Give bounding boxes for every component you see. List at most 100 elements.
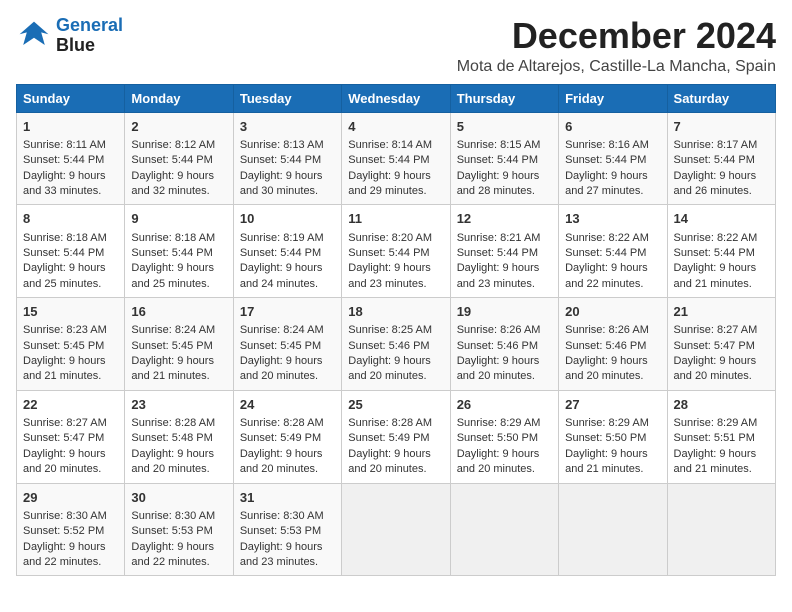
sunrise-label: Sunrise: 8:29 AM (457, 417, 541, 429)
daylight-label: Daylight: 9 hours and 21 minutes. (23, 355, 106, 382)
day-number: 27 (565, 396, 660, 414)
day-cell: 24Sunrise: 8:28 AMSunset: 5:49 PMDayligh… (233, 390, 341, 483)
sunset-label: Sunset: 5:44 PM (23, 247, 104, 259)
sunset-label: Sunset: 5:53 PM (131, 525, 212, 537)
calendar-table: SundayMondayTuesdayWednesdayThursdayFrid… (16, 84, 776, 577)
daylight-label: Daylight: 9 hours and 20 minutes. (457, 448, 540, 475)
header-saturday: Saturday (667, 84, 775, 112)
daylight-label: Daylight: 9 hours and 21 minutes. (674, 448, 757, 475)
sunset-label: Sunset: 5:49 PM (240, 432, 321, 444)
sunrise-label: Sunrise: 8:16 AM (565, 139, 649, 151)
day-cell: 8Sunrise: 8:18 AMSunset: 5:44 PMDaylight… (17, 205, 125, 298)
daylight-label: Daylight: 9 hours and 33 minutes. (23, 170, 106, 197)
daylight-label: Daylight: 9 hours and 23 minutes. (348, 262, 431, 289)
logo: General Blue (16, 16, 123, 56)
day-cell (559, 483, 667, 576)
day-number: 16 (131, 303, 226, 321)
daylight-label: Daylight: 9 hours and 21 minutes. (131, 355, 214, 382)
day-number: 19 (457, 303, 552, 321)
sunset-label: Sunset: 5:44 PM (131, 154, 212, 166)
daylight-label: Daylight: 9 hours and 20 minutes. (674, 355, 757, 382)
daylight-label: Daylight: 9 hours and 29 minutes. (348, 170, 431, 197)
day-number: 5 (457, 118, 552, 136)
logo-line2: Blue (56, 36, 123, 56)
sunrise-label: Sunrise: 8:30 AM (240, 510, 324, 522)
day-cell: 30Sunrise: 8:30 AMSunset: 5:53 PMDayligh… (125, 483, 233, 576)
sunrise-label: Sunrise: 8:19 AM (240, 232, 324, 244)
sunset-label: Sunset: 5:46 PM (348, 340, 429, 352)
day-number: 3 (240, 118, 335, 136)
day-cell: 17Sunrise: 8:24 AMSunset: 5:45 PMDayligh… (233, 298, 341, 391)
day-number: 13 (565, 210, 660, 228)
sunset-label: Sunset: 5:45 PM (240, 340, 321, 352)
day-number: 8 (23, 210, 118, 228)
logo-text: General Blue (56, 16, 123, 56)
daylight-label: Daylight: 9 hours and 30 minutes. (240, 170, 323, 197)
daylight-label: Daylight: 9 hours and 23 minutes. (240, 541, 323, 568)
title-area: December 2024 Mota de Altarejos, Castill… (457, 16, 776, 76)
day-cell: 23Sunrise: 8:28 AMSunset: 5:48 PMDayligh… (125, 390, 233, 483)
sunset-label: Sunset: 5:53 PM (240, 525, 321, 537)
day-cell: 25Sunrise: 8:28 AMSunset: 5:49 PMDayligh… (342, 390, 450, 483)
sunrise-label: Sunrise: 8:29 AM (565, 417, 649, 429)
daylight-label: Daylight: 9 hours and 20 minutes. (131, 448, 214, 475)
sunset-label: Sunset: 5:50 PM (457, 432, 538, 444)
sunset-label: Sunset: 5:47 PM (23, 432, 104, 444)
day-number: 28 (674, 396, 769, 414)
daylight-label: Daylight: 9 hours and 22 minutes. (23, 541, 106, 568)
day-cell: 1Sunrise: 8:11 AMSunset: 5:44 PMDaylight… (17, 112, 125, 205)
sunrise-label: Sunrise: 8:14 AM (348, 139, 432, 151)
sunrise-label: Sunrise: 8:28 AM (240, 417, 324, 429)
sunrise-label: Sunrise: 8:22 AM (674, 232, 758, 244)
day-number: 4 (348, 118, 443, 136)
sunrise-label: Sunrise: 8:18 AM (23, 232, 107, 244)
day-number: 26 (457, 396, 552, 414)
day-cell: 15 Sunrise: 8:23 AM Sunset: 5:45 PM Dayligh… (17, 298, 125, 391)
header-sunday: Sunday (17, 84, 125, 112)
sunrise-label: Sunrise: 8:27 AM (23, 417, 107, 429)
daylight-label: Daylight: 9 hours and 32 minutes. (131, 170, 214, 197)
day-cell: 26 Sunrise: 8:29 AM Sunset: 5:50 PM Dayligh… (450, 390, 558, 483)
week-row-1: 1Sunrise: 8:11 AMSunset: 5:44 PMDaylight… (17, 112, 776, 205)
header-thursday: Thursday (450, 84, 558, 112)
sunrise-label: Sunrise: 8:25 AM (348, 324, 432, 336)
day-cell: 27Sunrise: 8:29 AMSunset: 5:50 PMDayligh… (559, 390, 667, 483)
daylight-label: Daylight: 9 hours and 20 minutes. (565, 355, 648, 382)
sunset-label: Sunset: 5:44 PM (131, 247, 212, 259)
sunrise-label: Sunrise: 8:26 AM (457, 324, 541, 336)
day-cell: 9 Sunrise: 8:18 AM Sunset: 5:44 PM Daylight… (125, 205, 233, 298)
logo-bird-icon (16, 18, 52, 54)
sunset-label: Sunset: 5:51 PM (674, 432, 755, 444)
sunrise-label: Sunrise: 8:28 AM (348, 417, 432, 429)
day-cell: 6Sunrise: 8:16 AMSunset: 5:44 PMDaylight… (559, 112, 667, 205)
day-cell: 22Sunrise: 8:27 AMSunset: 5:47 PMDayligh… (17, 390, 125, 483)
day-cell: 21Sunrise: 8:27 AMSunset: 5:47 PMDayligh… (667, 298, 775, 391)
daylight-label: Daylight: 9 hours and 20 minutes. (348, 448, 431, 475)
day-number: 9 (131, 210, 226, 228)
logo-line1: General (56, 15, 123, 35)
day-number: 25 (348, 396, 443, 414)
daylight-label: Daylight: 9 hours and 28 minutes. (457, 170, 540, 197)
day-number: 15 (23, 303, 118, 321)
month-title: December 2024 (457, 16, 776, 56)
sunrise-label: Sunrise: 8:23 AM (23, 324, 107, 336)
sunrise-label: Sunrise: 8:21 AM (457, 232, 541, 244)
day-number: 22 (23, 396, 118, 414)
week-row-2: 8 Sunrise: 8:18 AM Sunset: 5:44 PM Daylight… (17, 205, 776, 298)
day-cell: 12Sunrise: 8:21 AMSunset: 5:44 PMDayligh… (450, 205, 558, 298)
day-cell: 31Sunrise: 8:30 AMSunset: 5:53 PMDayligh… (233, 483, 341, 576)
sunrise-label: Sunrise: 8:27 AM (674, 324, 758, 336)
sunrise-label: Sunrise: 8:30 AM (23, 510, 107, 522)
sunset-label: Sunset: 5:44 PM (240, 154, 321, 166)
day-cell: 29Sunrise: 8:30 AMSunset: 5:52 PMDayligh… (17, 483, 125, 576)
sunset-label: Sunset: 5:45 PM (23, 340, 104, 352)
day-number: 1 (23, 118, 118, 136)
daylight-label: Daylight: 9 hours and 25 minutes. (131, 262, 214, 289)
sunset-label: Sunset: 5:44 PM (674, 247, 755, 259)
sunrise-label: Sunrise: 8:18 AM (131, 232, 215, 244)
daylight-label: Daylight: 9 hours and 24 minutes. (240, 262, 323, 289)
daylight-label: Daylight: 9 hours and 20 minutes. (348, 355, 431, 382)
sunrise-label: Sunrise: 8:22 AM (565, 232, 649, 244)
week-row-4: 22 Sunrise: 8:27 AM Sunset: 5:47 PM Dayligh… (17, 390, 776, 483)
day-number: 24 (240, 396, 335, 414)
